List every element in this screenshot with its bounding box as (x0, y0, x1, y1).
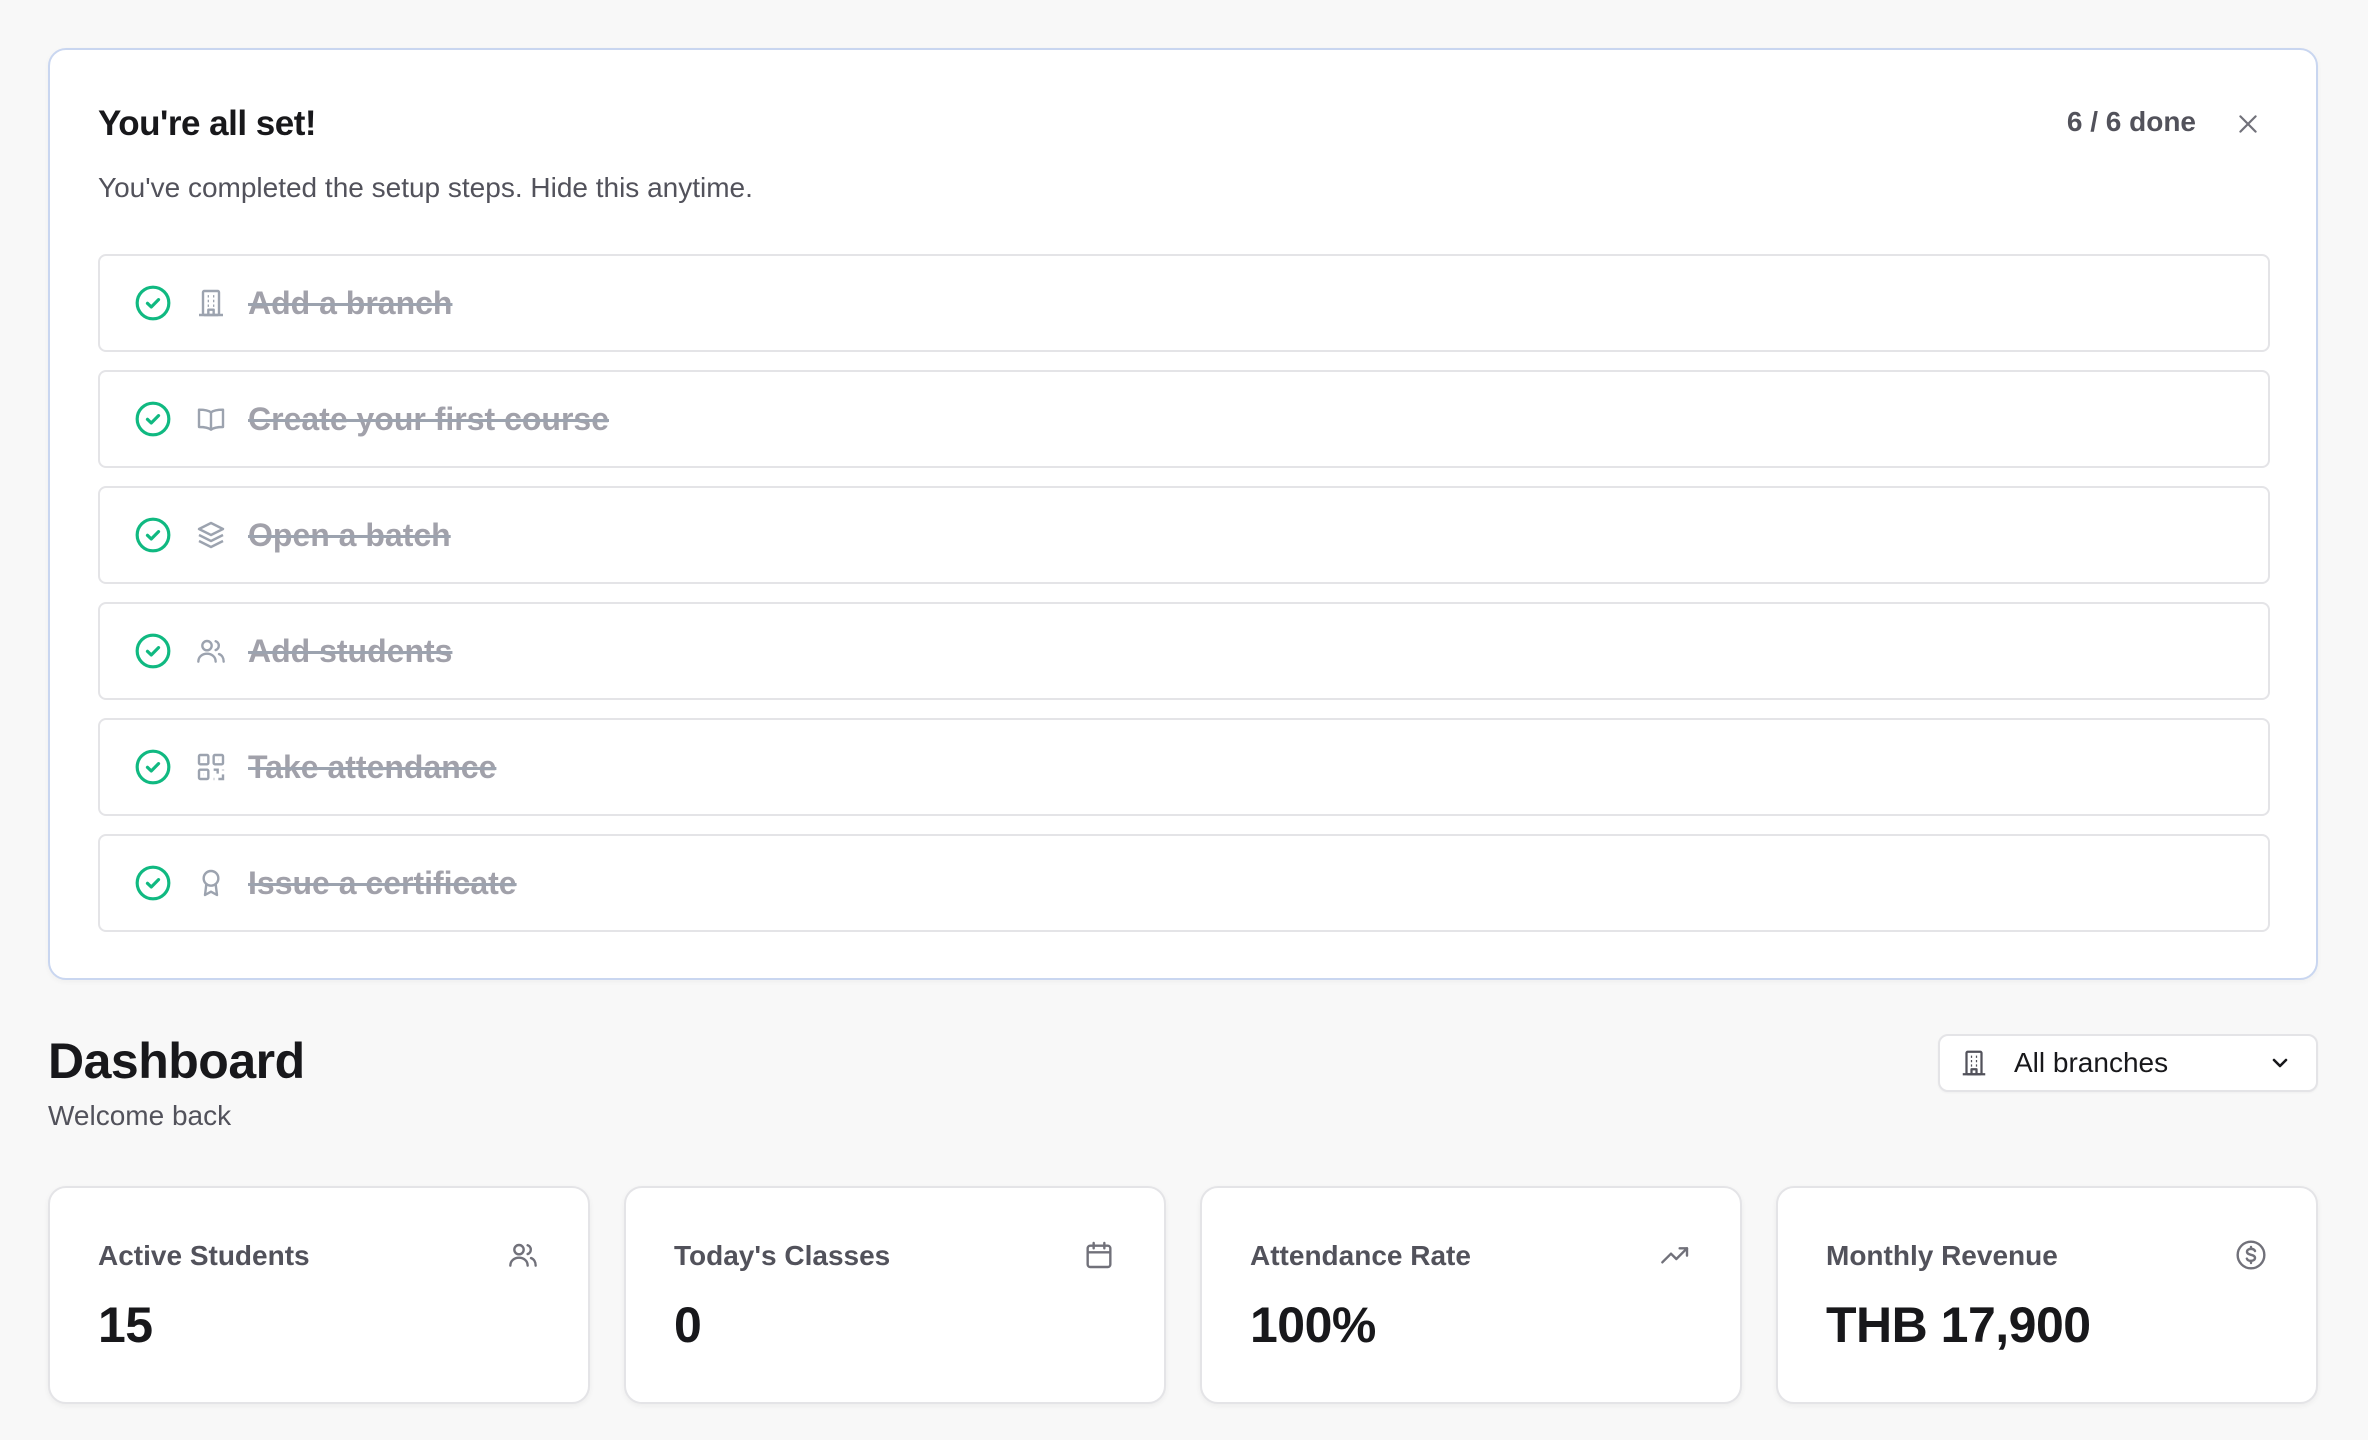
setup-step-label: Add students (248, 632, 453, 669)
page-subtitle: Welcome back (48, 1100, 232, 1131)
stat-label: Attendance Rate (1250, 1240, 1471, 1271)
check-circle-icon (134, 864, 172, 902)
setup-title: You're all set! (98, 104, 317, 143)
branch-filter-value: All branches (2014, 1047, 2169, 1078)
setup-subtitle: You've completed the setup steps. Hide t… (98, 172, 753, 203)
award-icon (194, 866, 228, 900)
trending-up-icon (1658, 1238, 1692, 1272)
stat-value: 0 (674, 1297, 702, 1353)
setup-checklist-card: You're all set! You've completed the set… (48, 48, 2318, 980)
stat-value: 100% (1250, 1297, 1376, 1353)
stat-card-attendance-rate: Attendance Rate 100% (1200, 1186, 1742, 1404)
setup-step-label: Create your first course (248, 400, 610, 437)
close-setup-button[interactable] (2228, 104, 2268, 144)
stat-value: 15 (98, 1297, 153, 1353)
setup-step-label: Open a batch (248, 516, 451, 553)
setup-step-add-branch[interactable]: Add a branch (98, 254, 2270, 352)
close-icon (2239, 115, 2257, 133)
chevron-down-icon (2266, 1049, 2294, 1077)
dollar-circle-icon (2234, 1238, 2268, 1272)
stat-card-monthly-revenue: Monthly Revenue THB 17,900 (1776, 1186, 2318, 1404)
stat-label: Active Students (98, 1240, 310, 1271)
setup-step-label: Add a branch (248, 284, 453, 321)
stat-label: Today's Classes (674, 1240, 891, 1271)
layers-icon (194, 518, 228, 552)
building-icon (194, 286, 228, 320)
setup-step-label: Issue a certificate (248, 864, 517, 901)
stat-card-todays-classes: Today's Classes 0 (624, 1186, 1166, 1404)
check-circle-icon (134, 284, 172, 322)
book-open-icon (194, 402, 228, 436)
check-circle-icon (134, 748, 172, 786)
qr-code-icon (194, 750, 228, 784)
setup-steps-list: Add a branch Create your first course Op… (98, 254, 2270, 950)
setup-step-take-attendance[interactable]: Take attendance (98, 718, 2270, 816)
calendar-icon (1082, 1238, 1116, 1272)
setup-step-issue-certificate[interactable]: Issue a certificate (98, 834, 2270, 932)
building-icon (1958, 1047, 1990, 1079)
check-circle-icon (134, 516, 172, 554)
users-icon (506, 1238, 540, 1272)
stat-label: Monthly Revenue (1826, 1240, 2058, 1271)
setup-step-create-course[interactable]: Create your first course (98, 370, 2270, 468)
stat-card-active-students: Active Students 15 (48, 1186, 590, 1404)
users-icon (194, 634, 228, 668)
setup-step-open-batch[interactable]: Open a batch (98, 486, 2270, 584)
page-title: Dashboard (48, 1033, 305, 1089)
setup-progress-count: 6 / 6 done (2066, 106, 2196, 137)
check-circle-icon (134, 400, 172, 438)
setup-step-label: Take attendance (248, 748, 497, 785)
stat-value: THB 17,900 (1826, 1297, 2091, 1353)
setup-step-add-students[interactable]: Add students (98, 602, 2270, 700)
branch-filter-select[interactable]: All branches (1938, 1034, 2318, 1092)
check-circle-icon (134, 632, 172, 670)
